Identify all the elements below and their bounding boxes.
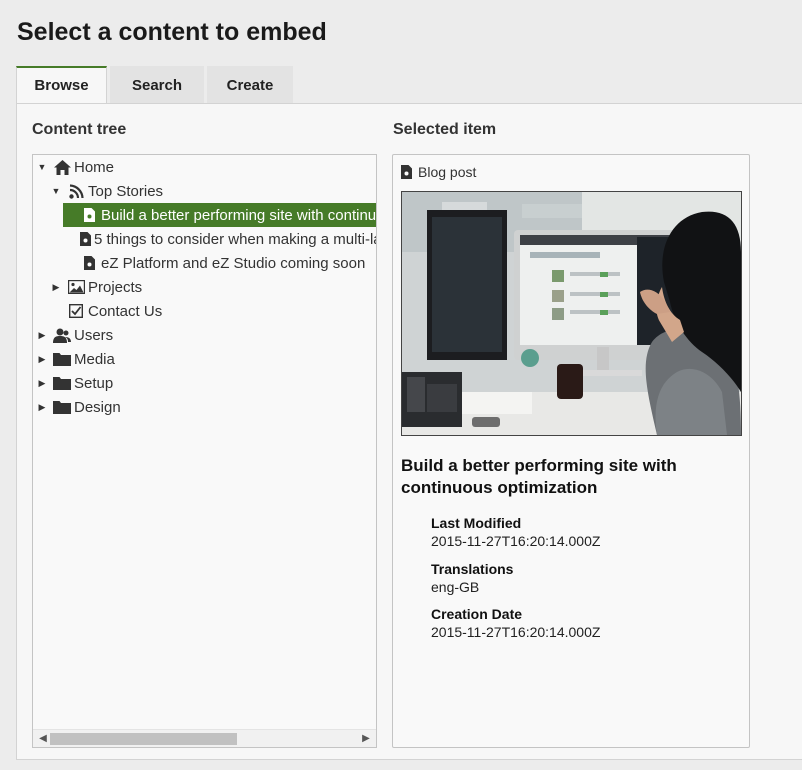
- scroll-left-icon[interactable]: ◀: [35, 731, 51, 746]
- rss-icon: [67, 182, 85, 200]
- field-value: eng-GB: [431, 579, 480, 595]
- checkbox-form-icon: [67, 302, 85, 320]
- tree-item-label: Build a better performing site with cont…: [101, 206, 377, 224]
- tree-item-label: Media: [74, 350, 115, 368]
- document-icon: [401, 165, 415, 179]
- collapsed-arrow-icon[interactable]: ▶: [37, 330, 47, 341]
- tree-item-users[interactable]: ▶ Users: [33, 323, 376, 347]
- tab-bar: Browse Search Create: [16, 66, 296, 104]
- tree-item-label: Home: [74, 158, 115, 176]
- tree-item-projects[interactable]: ▶ Projects: [33, 275, 376, 299]
- document-icon: [80, 254, 98, 272]
- tree-item-label: Top Stories: [88, 182, 164, 200]
- tree-item-label: Contact Us: [88, 302, 163, 320]
- tab-search[interactable]: Search: [110, 66, 204, 104]
- item-title: Build a better performing site with cont…: [401, 456, 677, 497]
- home-icon: [53, 158, 71, 176]
- field-label: Translations: [431, 561, 514, 577]
- field-translations: Translations eng-GB: [431, 560, 513, 596]
- horizontal-scrollbar[interactable]: ◀ ▶: [33, 729, 376, 747]
- document-icon: [80, 230, 91, 248]
- tree-item-media[interactable]: ▶ Media: [33, 347, 376, 371]
- folder-icon: [53, 374, 71, 392]
- content-type: Blog post: [401, 164, 476, 180]
- item-image: [401, 191, 742, 436]
- content-tree: ▼ Home ▼ Top Stories Build a better perf…: [32, 154, 377, 748]
- tab-browse[interactable]: Browse: [16, 66, 107, 104]
- expanded-arrow-icon[interactable]: ▼: [37, 162, 47, 172]
- field-value: 2015-11-27T16:20:14.000Z: [431, 533, 601, 549]
- tree-item-label: 5 things to consider when making a multi…: [94, 230, 376, 248]
- folder-icon: [53, 350, 71, 368]
- expanded-arrow-icon[interactable]: ▼: [51, 186, 61, 196]
- collapsed-arrow-icon[interactable]: ▶: [37, 354, 47, 365]
- tab-create[interactable]: Create: [207, 66, 293, 104]
- content-tree-heading: Content tree: [32, 121, 127, 138]
- tree-item-contact-us[interactable]: Contact Us: [33, 299, 376, 323]
- tree-item-top-stories[interactable]: ▼ Top Stories: [33, 179, 376, 203]
- tree-item-label: Projects: [88, 278, 143, 296]
- collapsed-arrow-icon[interactable]: ▶: [37, 378, 47, 389]
- selected-item-panel: Blog post Build a better performing site…: [392, 154, 750, 748]
- tree-item-label: Users: [74, 326, 114, 344]
- selected-item-heading: Selected item: [393, 121, 497, 138]
- document-icon: [80, 206, 98, 224]
- tree-item-ez-platform[interactable]: eZ Platform and eZ Studio coming soon: [33, 251, 376, 275]
- tree-item-label: eZ Platform and eZ Studio coming soon: [101, 254, 366, 272]
- tree-item-label: Setup: [74, 374, 114, 392]
- dialog-title: Select a content to embed: [17, 18, 327, 46]
- field-label: Last Modified: [431, 515, 522, 531]
- field-label: Creation Date: [431, 606, 523, 622]
- field-value: 2015-11-27T16:20:14.000Z: [431, 624, 601, 640]
- collapsed-arrow-icon[interactable]: ▶: [51, 282, 61, 293]
- field-last-modified: Last Modified 2015-11-27T16:20:14.000Z: [431, 514, 600, 550]
- collapsed-arrow-icon[interactable]: ▶: [37, 402, 47, 413]
- tree-item-build-better-site[interactable]: Build a better performing site with cont…: [33, 203, 376, 227]
- tree-item-label: Design: [74, 398, 121, 416]
- image-icon: [67, 278, 85, 296]
- tree-item-home[interactable]: ▼ Home: [33, 155, 376, 179]
- scroll-right-icon[interactable]: ▶: [358, 731, 374, 746]
- folder-icon: [53, 398, 71, 416]
- content-type-label: Blog post: [418, 164, 477, 180]
- field-creation-date: Creation Date 2015-11-27T16:20:14.000Z: [431, 605, 600, 641]
- users-icon: [53, 326, 71, 344]
- tree-item-design[interactable]: ▶ Design: [33, 395, 376, 419]
- tree-item-setup[interactable]: ▶ Setup: [33, 371, 376, 395]
- tree-item-5-things[interactable]: 5 things to consider when making a multi…: [33, 227, 376, 251]
- scrollbar-thumb[interactable]: [50, 733, 237, 745]
